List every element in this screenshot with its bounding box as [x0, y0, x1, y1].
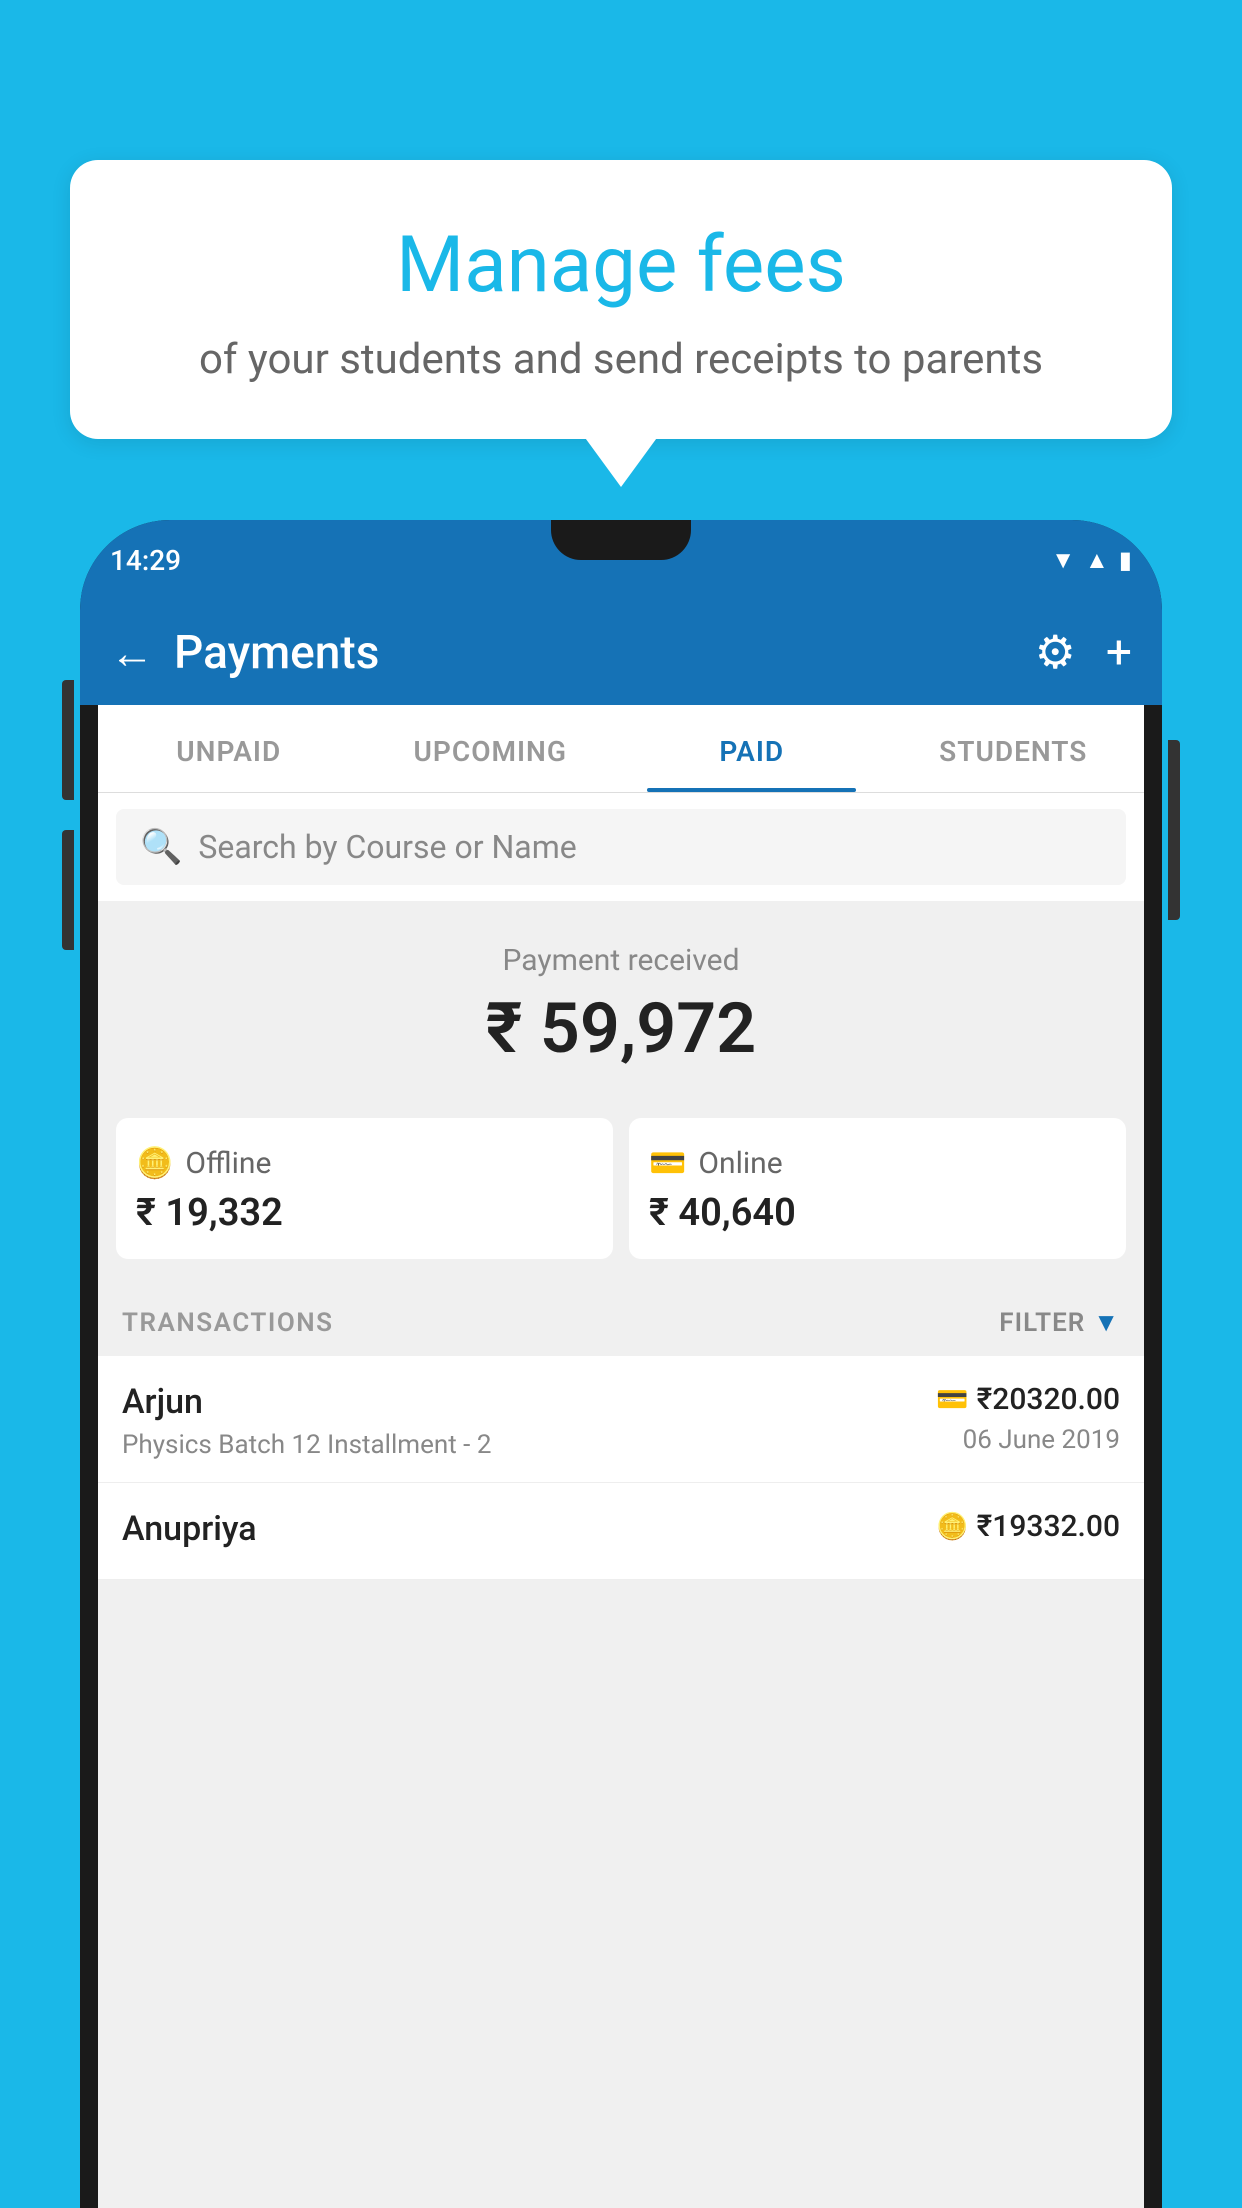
- phone-frame: 14:29 ▼ ▲ ▮ ← Payments ⚙ + UNPAID UPCOMI…: [80, 520, 1162, 2208]
- tab-students[interactable]: STUDENTS: [883, 705, 1145, 792]
- online-label: Online: [698, 1146, 782, 1181]
- transactions-header: TRANSACTIONS FILTER ▼: [98, 1283, 1144, 1356]
- battery-icon: ▮: [1119, 546, 1132, 574]
- wifi-icon: ▼: [1051, 546, 1075, 575]
- tab-unpaid[interactable]: UNPAID: [98, 705, 360, 792]
- offline-payment-card: 🪙 Offline ₹ 19,332: [116, 1118, 613, 1259]
- transaction-list: Arjun Physics Batch 12 Installment - 2 💳…: [98, 1356, 1144, 1580]
- phone-notch: [551, 520, 691, 560]
- transaction-type-icon-0: 💳: [936, 1385, 968, 1415]
- transaction-amount-row-0: 💳 ₹20320.00: [936, 1382, 1120, 1417]
- status-bar: 14:29 ▼ ▲ ▮: [80, 520, 1162, 600]
- search-icon: 🔍: [140, 827, 182, 867]
- offline-amount: ₹ 19,332: [136, 1191, 283, 1235]
- phone-screen: UNPAID UPCOMING PAID STUDENTS 🔍 Search b…: [98, 705, 1144, 2208]
- payment-cards: 🪙 Offline ₹ 19,332 💳 Online ₹ 40,640: [98, 1118, 1144, 1283]
- speech-bubble: Manage fees of your students and send re…: [70, 160, 1172, 439]
- offline-label: Offline: [185, 1146, 271, 1181]
- online-payment-card: 💳 Online ₹ 40,640: [629, 1118, 1126, 1259]
- transaction-amount-row-1: 🪙 ₹19332.00: [936, 1509, 1120, 1544]
- phone-side-button-vol-down: [62, 830, 74, 950]
- online-amount: ₹ 40,640: [649, 1191, 796, 1235]
- status-time: 14:29: [110, 544, 181, 577]
- transaction-amount-1: ₹19332.00: [977, 1509, 1120, 1544]
- table-row: Arjun Physics Batch 12 Installment - 2 💳…: [98, 1356, 1144, 1483]
- transaction-name-1: Anupriya: [122, 1509, 936, 1549]
- add-button[interactable]: +: [1106, 626, 1132, 680]
- status-icons: ▼ ▲ ▮: [1051, 546, 1132, 575]
- summary-amount: ₹ 59,972: [118, 988, 1124, 1070]
- transaction-left-1: Anupriya: [122, 1509, 936, 1557]
- online-card-header: 💳 Online: [649, 1146, 783, 1181]
- offline-icon: 🪙: [136, 1146, 173, 1181]
- transaction-type-icon-1: 🪙: [936, 1512, 968, 1542]
- tabs-bar: UNPAID UPCOMING PAID STUDENTS: [98, 705, 1144, 793]
- bubble-title: Manage fees: [120, 220, 1122, 311]
- phone-side-button-vol-up: [62, 680, 74, 800]
- transaction-right-0: 💳 ₹20320.00 06 June 2019: [936, 1382, 1120, 1455]
- search-container: 🔍 Search by Course or Name: [98, 793, 1144, 901]
- phone-side-button-power: [1168, 740, 1180, 920]
- summary-label: Payment received: [118, 943, 1124, 978]
- app-bar-left: ← Payments: [110, 626, 379, 680]
- filter-icon: ▼: [1093, 1307, 1120, 1338]
- app-title: Payments: [174, 626, 379, 680]
- settings-button[interactable]: ⚙: [1035, 625, 1076, 680]
- transactions-label: TRANSACTIONS: [122, 1308, 334, 1338]
- filter-label: FILTER: [999, 1308, 1085, 1338]
- transaction-date-0: 06 June 2019: [936, 1425, 1120, 1455]
- tab-upcoming[interactable]: UPCOMING: [360, 705, 622, 792]
- search-box[interactable]: 🔍 Search by Course or Name: [116, 809, 1126, 885]
- transaction-detail-0: Physics Batch 12 Installment - 2: [122, 1430, 936, 1460]
- filter-button[interactable]: FILTER ▼: [999, 1307, 1120, 1338]
- transaction-right-1: 🪙 ₹19332.00: [936, 1509, 1120, 1552]
- search-input[interactable]: Search by Course or Name: [198, 828, 576, 866]
- online-icon: 💳: [649, 1146, 686, 1181]
- transaction-amount-0: ₹20320.00: [977, 1382, 1120, 1417]
- tab-paid[interactable]: PAID: [621, 705, 883, 792]
- transaction-name-0: Arjun: [122, 1382, 936, 1422]
- offline-card-header: 🪙 Offline: [136, 1146, 271, 1181]
- app-bar-right: ⚙ +: [1035, 625, 1132, 680]
- summary-section: Payment received ₹ 59,972: [98, 903, 1144, 1118]
- signal-icon: ▲: [1085, 546, 1109, 575]
- back-button[interactable]: ←: [110, 627, 154, 679]
- table-row: Anupriya 🪙 ₹19332.00: [98, 1483, 1144, 1580]
- transaction-left-0: Arjun Physics Batch 12 Installment - 2: [122, 1382, 936, 1460]
- bubble-subtitle: of your students and send receipts to pa…: [120, 335, 1122, 384]
- app-bar: ← Payments ⚙ +: [80, 600, 1162, 705]
